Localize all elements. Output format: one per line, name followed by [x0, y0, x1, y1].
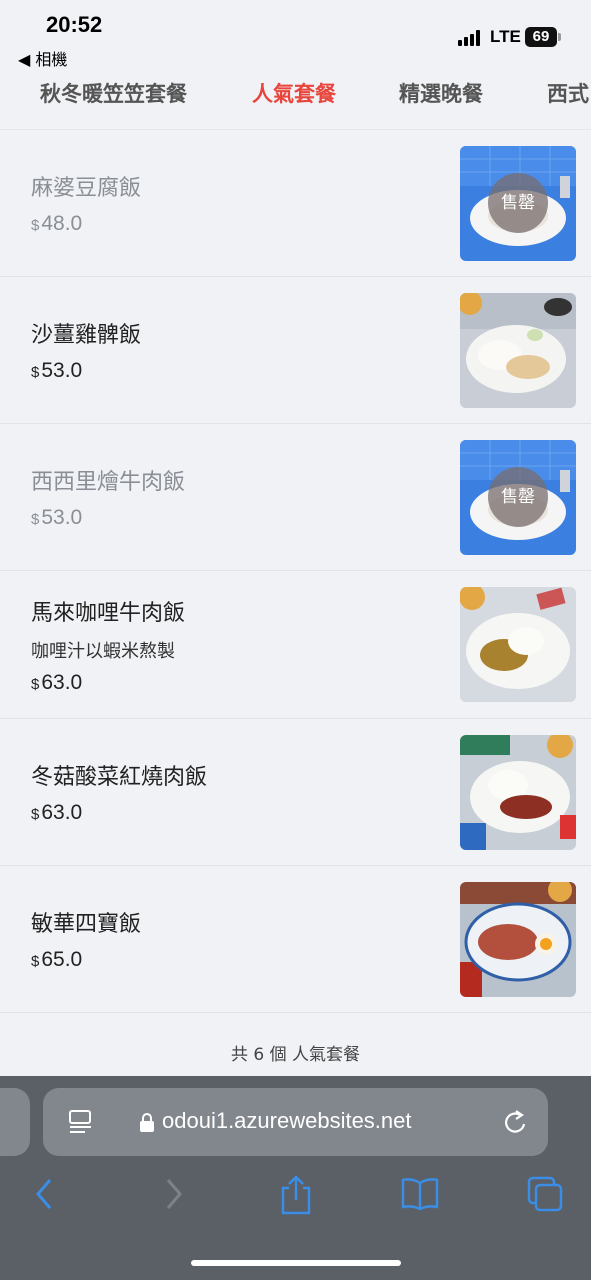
item-photo: 售罄: [460, 146, 576, 261]
network-type: LTE: [490, 27, 521, 46]
item-name: 麻婆豆腐飯: [31, 176, 142, 201]
item-name: 馬來咖哩牛肉飯: [31, 601, 186, 626]
battery-level: 69: [525, 27, 557, 47]
category-tabs: 秋冬暖笠笠套餐 人氣套餐 精選晚餐 西式: [0, 70, 591, 130]
tab-autumn-winter-set[interactable]: 秋冬暖笠笠套餐: [40, 78, 187, 108]
back-chevron-icon[interactable]: [30, 1174, 60, 1218]
home-indicator[interactable]: [191, 1260, 401, 1266]
item-name: 西西里燴牛肉飯: [31, 470, 186, 495]
clock: 20:52: [46, 12, 103, 37]
menu-item[interactable]: 沙薑雞髀飯 $53.0: [0, 277, 591, 424]
item-price: $53.0: [31, 506, 83, 529]
menu-item[interactable]: 馬來咖哩牛肉飯 咖哩汁以蝦米熬製 $63.0: [0, 571, 591, 719]
reload-icon[interactable]: [503, 1108, 529, 1140]
item-name: 冬菇酸菜紅燒肉飯: [31, 765, 208, 790]
url-text[interactable]: odoui1.azurewebsites.net: [162, 1108, 412, 1134]
menu-item[interactable]: 西西里燴牛肉飯 $53.0 售罄: [0, 424, 591, 571]
page-menu-icon[interactable]: [69, 1110, 95, 1138]
menu-list: 麻婆豆腐飯 $48.0 售罄 沙薑雞髀飯 $53.0 西西里燴牛肉飯 $53.0…: [0, 130, 591, 1013]
status-bar: 20:52 ◀ 相機 LTE 69: [0, 0, 591, 70]
item-price: $63.0: [31, 671, 83, 694]
item-photo: [460, 735, 576, 850]
item-photo: [460, 882, 576, 997]
item-price: $48.0: [31, 212, 83, 235]
forward-chevron-icon[interactable]: [158, 1174, 188, 1218]
browser-nav: [0, 1174, 591, 1224]
bookmarks-icon[interactable]: [400, 1174, 440, 1218]
item-price: $53.0: [31, 359, 83, 382]
tab-featured-dinner[interactable]: 精選晚餐: [399, 78, 483, 108]
lock-icon: [139, 1113, 155, 1137]
menu-item[interactable]: 麻婆豆腐飯 $48.0 售罄: [0, 130, 591, 277]
item-description: 咖哩汁以蝦米熬製: [31, 641, 175, 662]
tabs-icon[interactable]: [526, 1174, 566, 1218]
item-count-footer: 共 6 個 人氣套餐: [230, 1045, 361, 1065]
browser-toolbar: odoui1.azurewebsites.net: [0, 1076, 591, 1280]
tab-popular-set[interactable]: 人氣套餐: [252, 78, 336, 108]
item-photo: [460, 587, 576, 702]
item-photo: [460, 293, 576, 408]
battery-icon: 69: [525, 27, 561, 47]
sold-out-badge: 售罄: [488, 467, 548, 527]
item-photo: 售罄: [460, 440, 576, 555]
sold-out-badge: 售罄: [488, 173, 548, 233]
share-icon[interactable]: [278, 1174, 314, 1220]
address-bar[interactable]: odoui1.azurewebsites.net: [43, 1088, 548, 1156]
tab-western[interactable]: 西式: [547, 78, 589, 108]
item-price: $65.0: [31, 948, 83, 971]
previous-tab-preview[interactable]: [0, 1088, 30, 1156]
back-to-camera-link[interactable]: ◀ 相機: [18, 46, 67, 70]
item-price: $63.0: [31, 801, 83, 824]
item-name: 敏華四寶飯: [31, 912, 142, 937]
menu-item[interactable]: 冬菇酸菜紅燒肉飯 $63.0: [0, 719, 591, 866]
item-name: 沙薑雞髀飯: [31, 323, 142, 348]
cellular-signal-icon: [458, 30, 484, 46]
menu-item[interactable]: 敏華四寶飯 $65.0: [0, 866, 591, 1013]
